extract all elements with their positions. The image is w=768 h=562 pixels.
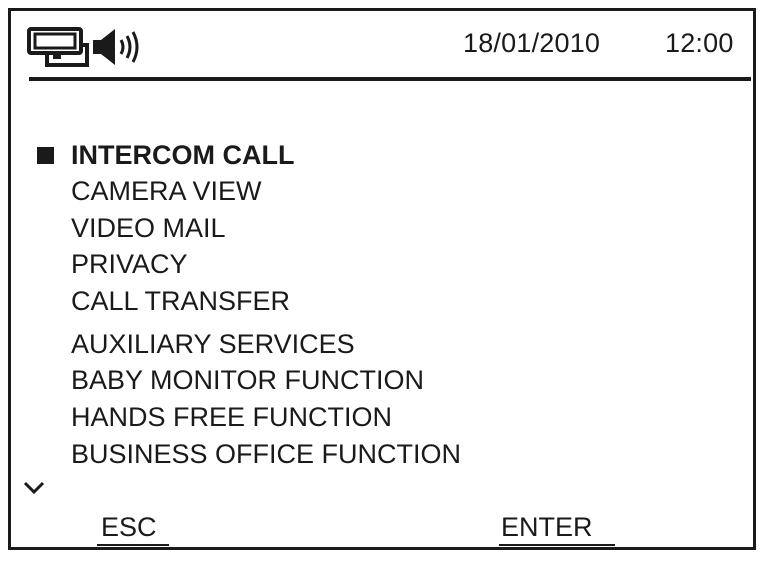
enter-softkey[interactable]: ENTER — [501, 511, 593, 543]
date-display: 18/01/2010 — [463, 28, 601, 58]
display-screen: 18/01/2010 12:00 INTERCOM CALL CAMERA VI… — [8, 8, 756, 550]
status-icons — [27, 25, 149, 69]
menu-item-intercom-call[interactable]: INTERCOM CALL — [71, 139, 294, 171]
intercom-icon — [27, 27, 89, 67]
menu-item-business-office-function[interactable]: BUSINESS OFFICE FUNCTION — [71, 438, 461, 470]
esc-softkey-underline — [97, 544, 169, 546]
menu-item-call-transfer[interactable]: CALL TRANSFER — [71, 285, 290, 317]
menu-item-baby-monitor-function[interactable]: BABY MONITOR FUNCTION — [71, 364, 424, 396]
menu-item-privacy[interactable]: PRIVACY — [71, 248, 188, 280]
menu-item-auxiliary-services[interactable]: AUXILIARY SERVICES — [71, 328, 355, 360]
time-display: 12:00 — [665, 28, 734, 58]
esc-softkey[interactable]: ESC — [101, 511, 157, 543]
selection-marker-icon — [37, 147, 54, 164]
header-divider — [29, 77, 751, 81]
menu-item-video-mail[interactable]: VIDEO MAIL — [71, 212, 226, 244]
speaker-icon — [93, 29, 139, 65]
menu-item-hands-free-function[interactable]: HANDS FREE FUNCTION — [71, 401, 392, 433]
chevron-down-icon[interactable] — [23, 481, 45, 495]
enter-softkey-underline — [499, 544, 615, 546]
status-bar: 18/01/2010 12:00 — [11, 11, 753, 77]
menu-item-camera-view[interactable]: CAMERA VIEW — [71, 175, 262, 207]
